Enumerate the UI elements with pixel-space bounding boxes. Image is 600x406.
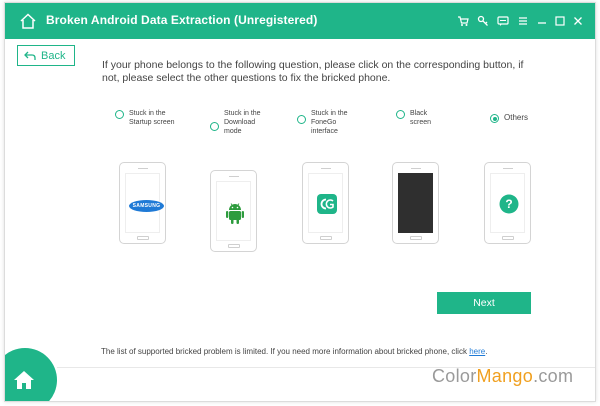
- phone-others[interactable]: ?: [484, 162, 531, 244]
- phone-screen: [308, 173, 343, 233]
- phone-screen: SAMSUNG: [125, 173, 164, 233]
- phone-download[interactable]: [210, 170, 257, 252]
- phone-black-screen[interactable]: [392, 162, 439, 244]
- radio-startup[interactable]: [115, 110, 124, 119]
- close-icon[interactable]: [572, 15, 584, 27]
- maximize-icon[interactable]: [554, 15, 566, 27]
- phone-black-display: [398, 173, 433, 233]
- samsung-logo: SAMSUNG: [129, 200, 164, 212]
- radio-others[interactable]: [490, 114, 499, 123]
- phone-home-button: [136, 236, 149, 240]
- phone-speaker: [502, 168, 513, 169]
- home-outline-icon[interactable]: [19, 12, 37, 30]
- home-button[interactable]: [5, 348, 57, 401]
- phone-screen: [216, 181, 251, 241]
- here-link[interactable]: here: [469, 347, 485, 356]
- option-label: Stuck in the Startup screen: [129, 110, 175, 126]
- option-label: Black screen: [410, 110, 432, 126]
- feedback-icon[interactable]: [497, 15, 509, 27]
- minimize-icon[interactable]: [536, 15, 548, 27]
- title-bar: Broken Android Data Extraction (Unregist…: [5, 3, 595, 39]
- phone-speaker: [228, 176, 239, 177]
- footer-note: The list of supported bricked problem is…: [101, 347, 487, 356]
- radio-download[interactable]: [210, 122, 219, 131]
- option-label: Stuck in the Download mode: [224, 110, 261, 135]
- phone-home-button: [501, 236, 514, 240]
- radio-fonego[interactable]: [297, 115, 306, 124]
- option-label: Stuck in the FoneGo interface: [311, 110, 348, 135]
- phone-home-button: [227, 244, 240, 248]
- watermark-com: .com: [533, 366, 574, 386]
- fonego-logo-icon: [317, 194, 337, 214]
- menu-icon[interactable]: [517, 15, 529, 27]
- instruction-text: If your phone belongs to the following q…: [102, 59, 524, 84]
- svg-text:?: ?: [505, 197, 512, 211]
- watermark-mango: Mango: [476, 366, 534, 386]
- watermark: ColorMango.com: [432, 366, 573, 387]
- back-arrow-icon: [24, 51, 36, 60]
- phone-home-button: [319, 236, 332, 240]
- back-label: Back: [41, 50, 66, 62]
- phone-speaker: [137, 168, 148, 169]
- watermark-color: Color: [432, 366, 477, 386]
- next-button[interactable]: Next: [437, 292, 531, 314]
- phone-speaker: [410, 168, 421, 169]
- footer-period: .: [485, 347, 488, 356]
- radio-black[interactable]: [396, 110, 405, 119]
- phone-startup[interactable]: SAMSUNG: [119, 162, 166, 244]
- phone-fonego[interactable]: [302, 162, 349, 244]
- home-icon: [14, 371, 34, 389]
- footer-note-text: The list of supported bricked problem is…: [101, 347, 467, 356]
- phone-speaker: [320, 168, 331, 169]
- android-robot-icon: [226, 203, 244, 224]
- window-title: Broken Android Data Extraction (Unregist…: [46, 13, 318, 27]
- back-button[interactable]: Back: [17, 45, 75, 66]
- phone-screen: ?: [490, 173, 525, 233]
- app-window: Broken Android Data Extraction (Unregist…: [4, 2, 596, 402]
- cart-icon[interactable]: [457, 15, 469, 27]
- question-mark-icon: ?: [499, 194, 519, 214]
- key-icon[interactable]: [477, 15, 489, 27]
- option-label: Others: [504, 113, 529, 122]
- phone-home-button: [409, 236, 422, 240]
